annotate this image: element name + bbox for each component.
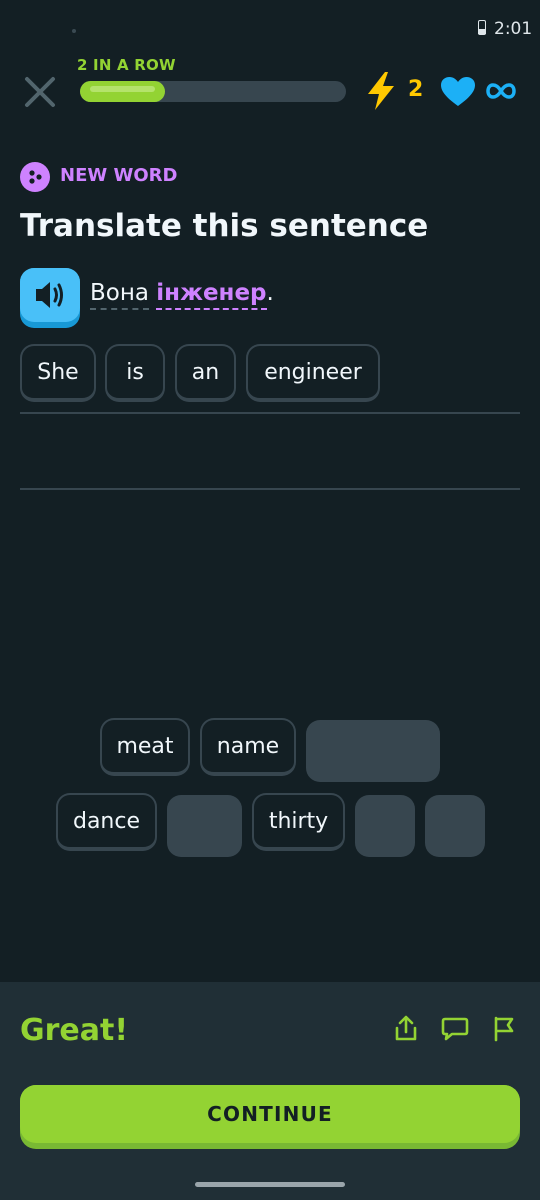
lightning-icon[interactable] [364,70,398,112]
answer-chip[interactable]: is [105,344,165,402]
heart-icon[interactable] [440,76,476,108]
word-bank-chip[interactable]: thirty [252,793,345,851]
streak-label: 2 IN A ROW [77,56,176,74]
share-icon[interactable] [392,1014,420,1042]
battery-icon [478,20,486,35]
word-bank-chip[interactable]: name [200,718,296,776]
play-audio-button-face [20,268,80,322]
continue-button[interactable]: CONTINUE [20,1085,520,1149]
prompt-word[interactable]: Вона [90,280,149,310]
new-word-badge-icon [20,162,50,192]
used-word-slot [425,795,485,857]
prompt-sentence: Вона інженер. [90,280,274,310]
prompt-punctuation: . [266,280,274,306]
new-word-label: NEW WORD [60,165,178,186]
prompt-new-word[interactable]: інженер [156,280,267,310]
used-word-slot [306,720,440,782]
report-flag-icon[interactable] [490,1014,518,1042]
close-icon [25,77,55,107]
used-word-slot [167,795,242,857]
play-audio-button[interactable] [20,268,80,328]
lesson-progress-bar [80,81,346,102]
infinity-icon[interactable] [486,82,516,100]
answer-line [20,488,520,490]
status-clock: 2:01 [494,19,533,39]
answer-line [20,412,520,414]
comment-icon[interactable] [441,1014,469,1042]
home-indicator[interactable] [195,1182,345,1187]
word-bank-chip[interactable]: dance [56,793,157,851]
status-notification-dot [72,29,76,33]
feedback-message: Great! [20,1013,129,1048]
speaker-icon [36,282,63,308]
answer-chip[interactable]: an [175,344,236,402]
close-button[interactable] [22,74,58,110]
challenge-title: Translate this sentence [20,208,429,244]
used-word-slot [355,795,415,857]
progress-highlight [90,86,155,92]
word-bank-chip[interactable]: meat [100,718,190,776]
answer-chip[interactable]: She [20,344,96,402]
energy-count: 2 [408,77,424,102]
answer-chip[interactable]: engineer [246,344,380,402]
continue-button-label: CONTINUE [20,1085,520,1143]
